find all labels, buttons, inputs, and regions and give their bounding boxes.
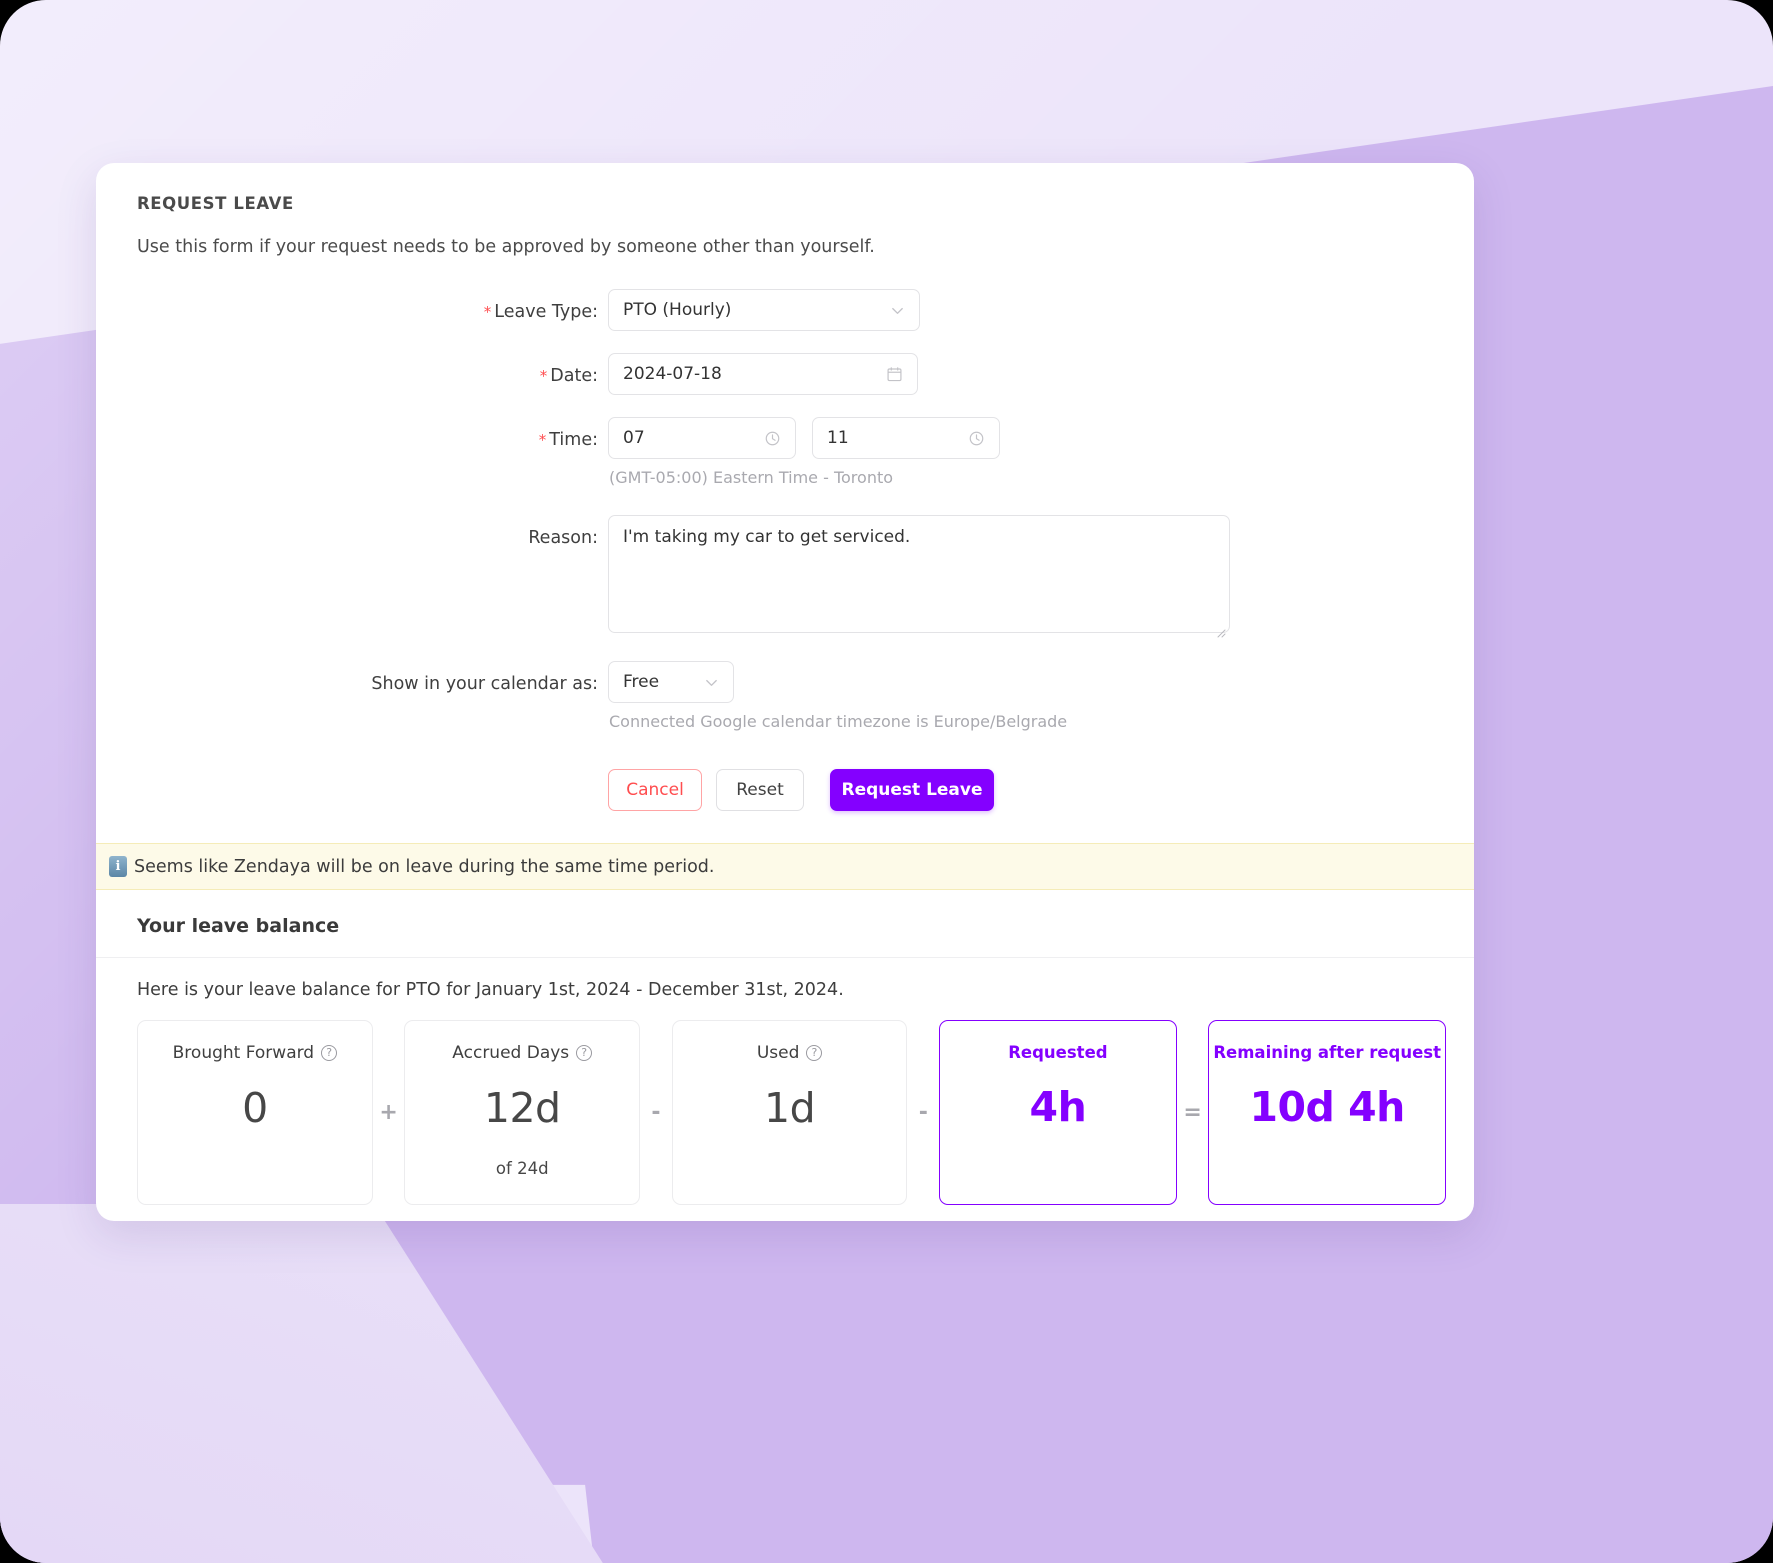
date-value: 2024-07-18 bbox=[623, 364, 722, 384]
balance-card-label-text: Requested bbox=[1008, 1043, 1108, 1062]
required-asterisk: * bbox=[538, 431, 547, 449]
balance-card-value: 10d 4h bbox=[1249, 1083, 1405, 1131]
leave-type-value: PTO (Hourly) bbox=[623, 300, 732, 320]
field-row-date: * Date: 2024-07-18 bbox=[124, 353, 1446, 395]
field-row-actions: Cancel Reset Request Leave bbox=[124, 739, 1446, 811]
time-end-input[interactable]: 11 bbox=[812, 417, 1000, 459]
calendar-visibility-label: Show in your calendar as: bbox=[371, 674, 598, 694]
leave-type-label: * Leave Type: bbox=[483, 302, 598, 322]
page-title: REQUEST LEAVE bbox=[137, 194, 294, 213]
calendar-visibility-value: Free bbox=[623, 672, 660, 692]
field-row-calendar-visibility: Show in your calendar as: Free Connected… bbox=[124, 661, 1446, 731]
leave-balance-cards: Brought Forward? 0 + Accrued Days? 12d of 24d… bbox=[124, 1020, 1446, 1205]
balance-card-value: 1d bbox=[764, 1084, 816, 1132]
reason-label: Reason: bbox=[528, 528, 598, 548]
cancel-button[interactable]: Cancel bbox=[608, 769, 702, 811]
balance-card: Accrued Days? 12d of 24d bbox=[404, 1020, 641, 1205]
conflict-info-banner: i Seems like Zendaya will be on leave du… bbox=[96, 843, 1474, 890]
balance-card: Used? 1d bbox=[671, 1020, 908, 1205]
help-icon[interactable]: ? bbox=[806, 1045, 823, 1061]
leave-type-select[interactable]: PTO (Hourly) bbox=[608, 289, 920, 331]
date-input[interactable]: 2024-07-18 bbox=[608, 353, 918, 395]
reason-textarea-wrapper bbox=[608, 515, 1230, 638]
balance-operator: = bbox=[1183, 1100, 1202, 1125]
request-leave-form: * Leave Type: PTO (Hourly) * Date: 2024-07… bbox=[124, 257, 1446, 811]
balance-card-label-text: Used bbox=[756, 1043, 800, 1063]
reset-button[interactable]: Reset bbox=[716, 769, 804, 811]
balance-card-label-text: Accrued Days bbox=[452, 1043, 570, 1063]
actions-spacer bbox=[124, 739, 608, 752]
time-start-input[interactable]: 07 bbox=[608, 417, 796, 459]
clock-icon bbox=[968, 430, 985, 447]
field-row-time: * Time: 07 11 (GMT-05:00) Eastern Time -… bbox=[124, 417, 1446, 487]
balance-card-subvalue: of 24d bbox=[495, 1159, 549, 1178]
balance-operator: - bbox=[918, 1100, 928, 1125]
calendar-visibility-select[interactable]: Free bbox=[608, 661, 734, 703]
balance-card-label: Remaining after request bbox=[1213, 1043, 1441, 1062]
timezone-hint: (GMT-05:00) Eastern Time - Toronto bbox=[609, 468, 894, 487]
balance-card-value: 4h bbox=[1029, 1083, 1087, 1131]
leave-balance-subtitle: Here is your leave balance for PTO for J… bbox=[137, 980, 844, 1000]
help-icon[interactable]: ? bbox=[576, 1045, 593, 1061]
help-icon[interactable]: ? bbox=[321, 1045, 338, 1061]
balance-card-value: 0 bbox=[242, 1084, 268, 1132]
time-start-value: 07 bbox=[623, 428, 645, 448]
google-calendar-timezone-hint: Connected Google calendar timezone is Eu… bbox=[609, 712, 1068, 731]
balance-card-label: Requested bbox=[1008, 1043, 1107, 1062]
time-label: * Time: bbox=[538, 430, 598, 450]
balance-card: Remaining after request 10d 4h bbox=[1208, 1020, 1446, 1205]
chevron-down-icon bbox=[890, 303, 905, 318]
balance-card-label: Brought Forward? bbox=[172, 1043, 338, 1063]
required-asterisk: * bbox=[539, 367, 548, 385]
form-intro-text: Use this form if your request needs to b… bbox=[137, 237, 875, 257]
request-leave-card: REQUEST LEAVE Use this form if your requ… bbox=[96, 163, 1474, 1221]
balance-card-label: Used? bbox=[757, 1043, 823, 1063]
information-icon: i bbox=[109, 856, 127, 877]
required-asterisk: * bbox=[483, 303, 492, 321]
clock-icon bbox=[764, 430, 781, 447]
balance-operator: - bbox=[651, 1100, 661, 1125]
balance-card-label-text: Remaining after request bbox=[1213, 1043, 1441, 1062]
balance-card: Brought Forward? 0 bbox=[137, 1020, 373, 1205]
reason-textarea[interactable] bbox=[608, 515, 1230, 633]
time-inputs: 07 11 bbox=[608, 417, 1446, 459]
conflict-info-text: Seems like Zendaya will be on leave duri… bbox=[134, 856, 715, 877]
field-row-reason: Reason: bbox=[124, 515, 1446, 638]
balance-card-label: Accrued Days? bbox=[452, 1043, 593, 1063]
balance-operator: + bbox=[379, 1100, 398, 1125]
balance-card-label-text: Brought Forward bbox=[172, 1043, 315, 1063]
request-leave-button[interactable]: Request Leave bbox=[830, 769, 994, 811]
time-end-value: 11 bbox=[827, 428, 849, 448]
balance-card: Requested 4h bbox=[939, 1020, 1177, 1205]
chevron-down-icon bbox=[704, 675, 719, 690]
form-actions: Cancel Reset Request Leave bbox=[608, 769, 1446, 811]
date-label: * Date: bbox=[539, 366, 598, 386]
calendar-icon bbox=[886, 366, 903, 383]
balance-card-value: 12d bbox=[483, 1084, 561, 1132]
leave-balance-heading: Your leave balance bbox=[96, 890, 1474, 958]
field-row-leave-type: * Leave Type: PTO (Hourly) bbox=[124, 289, 1446, 331]
